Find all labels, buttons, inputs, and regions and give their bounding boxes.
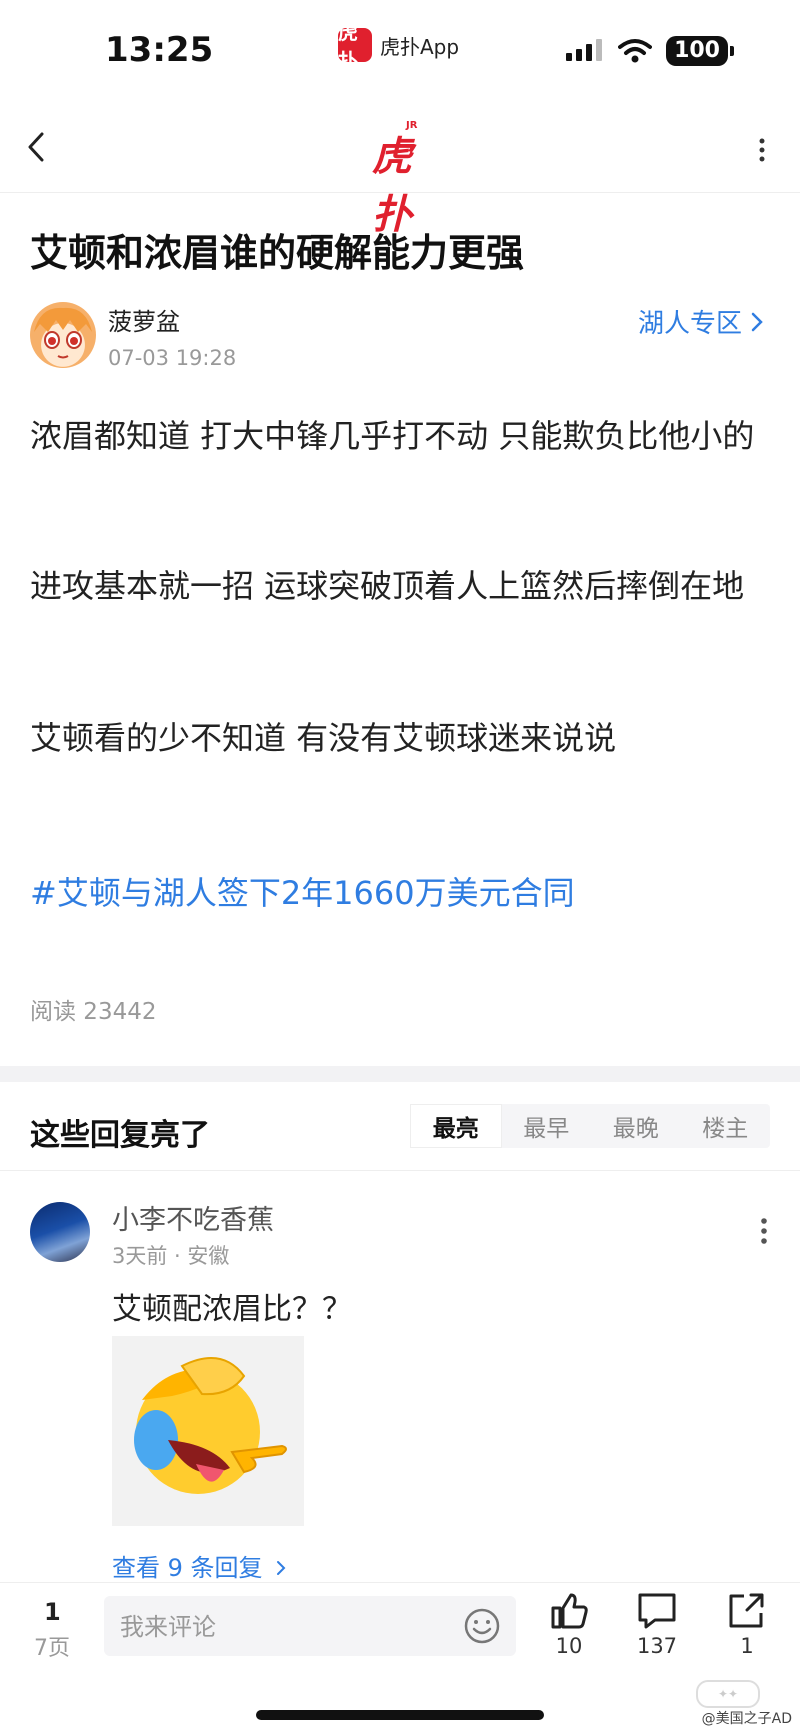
back-arrow-icon[interactable] xyxy=(26,132,46,162)
wifi-icon xyxy=(618,39,653,63)
status-time: 13:25 xyxy=(105,30,214,70)
commenter-name[interactable]: 小李不吃香蕉 xyxy=(112,1198,274,1237)
view-replies-link[interactable]: 查看 9 条回复 xyxy=(112,1548,286,1583)
read-count: 阅读 23442 xyxy=(30,999,157,1025)
comment-bubble-icon xyxy=(638,1593,676,1629)
post-paragraph: 进攻基本就一招 运球突破顶着人上篮然后摔倒在地 xyxy=(30,567,745,605)
weibo-logo-icon: ✦✦ xyxy=(696,1680,760,1708)
zone-label: 湖人专区 xyxy=(637,309,742,339)
emoji-smile-icon[interactable] xyxy=(464,1608,500,1644)
post-time: 07-03 19:28 xyxy=(108,346,237,370)
highlight-replies-title: 这些回复亮了 xyxy=(30,1118,210,1153)
status-icons: 100 xyxy=(566,36,734,66)
cellular-signal-icon xyxy=(566,39,603,61)
chevron-right-icon xyxy=(277,1561,286,1575)
sort-tab-op[interactable]: 楼主 xyxy=(681,1104,771,1148)
section-divider xyxy=(0,1066,800,1082)
comment-image[interactable] xyxy=(112,1336,304,1526)
hupu-logo: JR 虎扑 xyxy=(364,120,436,238)
comment-text: 艾顿配浓眉比？？ xyxy=(112,1292,352,1327)
thumbs-up-icon xyxy=(551,1593,588,1629)
watermark-text: @美国之子AD xyxy=(701,1711,792,1727)
zone-link[interactable]: 湖人专区 xyxy=(638,303,764,340)
topic-link[interactable]: #艾顿与湖人签下2年1660万美元合同 xyxy=(30,868,575,914)
app-badge-icon: 虎扑 xyxy=(338,20,372,73)
like-count: 10 xyxy=(555,1634,583,1658)
post-paragraph: 艾顿看的少不知道 有没有艾顿球迷来说说 xyxy=(30,719,617,757)
comment-count: 137 xyxy=(636,1634,678,1658)
share-button[interactable]: 1 xyxy=(712,1592,782,1658)
status-bar: 13:25 虎扑 虎扑App 100 xyxy=(0,0,800,100)
sort-tab-latest[interactable]: 最晚 xyxy=(591,1104,681,1148)
more-options-icon[interactable] xyxy=(758,138,766,162)
post-title: 艾顿和浓眉谁的硬解能力更强 xyxy=(30,231,525,275)
divider-line xyxy=(0,1170,800,1171)
sort-tab-earliest[interactable]: 最早 xyxy=(502,1104,592,1148)
page-total[interactable]: 7页 xyxy=(34,1630,70,1662)
comment-meta: 3天前 · 安徽 xyxy=(112,1244,230,1268)
anime-avatar-icon xyxy=(34,307,92,359)
like-button[interactable]: 10 xyxy=(534,1592,604,1658)
nav-bar: JR 虎扑 xyxy=(0,100,800,238)
status-app-indicator: 虎扑 虎扑App xyxy=(338,20,460,73)
home-indicator[interactable] xyxy=(256,1710,544,1720)
commenter-avatar[interactable] xyxy=(30,1202,90,1262)
battery-indicator: 100 xyxy=(666,36,734,66)
author-name[interactable]: 菠萝盆 xyxy=(108,302,180,337)
sort-tabs: 最亮 最早 最晚 楼主 xyxy=(410,1104,770,1148)
share-icon xyxy=(729,1593,764,1628)
comments-button[interactable]: 137 xyxy=(622,1592,692,1658)
comment-more-icon[interactable] xyxy=(760,1218,768,1244)
author-avatar[interactable] xyxy=(30,302,96,368)
view-replies-label: 查看 9 条回复 xyxy=(112,1554,263,1582)
laughing-pointing-emoji-icon xyxy=(134,1357,287,1494)
comment-input-box[interactable] xyxy=(104,1596,516,1658)
share-count: 1 xyxy=(740,1634,754,1658)
page-current[interactable]: 1 xyxy=(44,1598,61,1626)
chevron-right-icon xyxy=(751,312,763,331)
sort-tab-brightest[interactable]: 最亮 xyxy=(410,1104,502,1148)
comment-input[interactable] xyxy=(104,1596,452,1658)
status-app-name: 虎扑App xyxy=(380,34,460,59)
post-paragraph: 浓眉都知道 打大中锋几乎打不动 只能欺负比他小的 xyxy=(30,417,755,455)
